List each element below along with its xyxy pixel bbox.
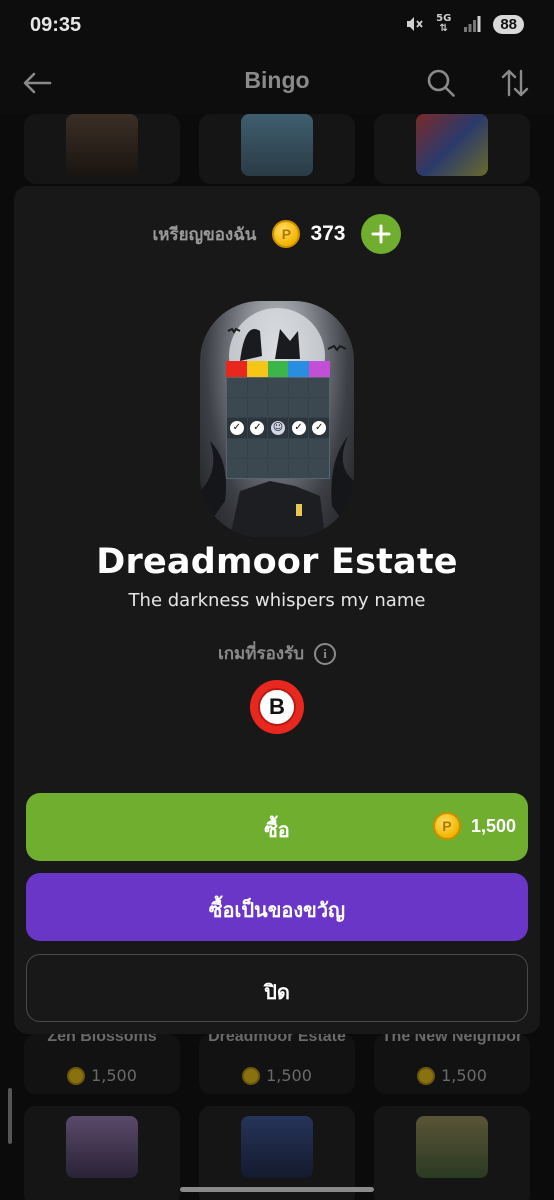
grid-card[interactable] xyxy=(24,114,180,184)
sort-icon xyxy=(501,69,529,97)
card-price: 1,500 xyxy=(374,1066,530,1085)
coin-icon xyxy=(417,1066,436,1085)
balance-row: เหรียญของฉัน P 373 xyxy=(14,214,540,254)
close-button-label: ปิด xyxy=(264,980,290,1004)
balance-value: 373 xyxy=(310,222,346,245)
page-title: Bingo xyxy=(244,67,310,93)
card-name: Zen Blossoms xyxy=(47,1034,157,1045)
coin-icon: P xyxy=(432,812,461,840)
plus-icon xyxy=(371,224,391,244)
card-thumbnail xyxy=(241,1116,313,1178)
grid-card[interactable] xyxy=(199,114,355,184)
buy-as-gift-button[interactable]: ซื้อเป็นของขวัญ xyxy=(26,873,528,941)
status-bar: 09:35 5G ⇅ 88 xyxy=(0,0,554,52)
purchase-modal: เหรียญของฉัน P 373 ✓ ✓ ☺ ✓ ✓ Dreadmoor E… xyxy=(14,186,540,1034)
signal-icon xyxy=(464,16,481,32)
sort-button[interactable] xyxy=(496,64,534,102)
bingo-ball-icon: B xyxy=(258,688,296,726)
grid-card[interactable] xyxy=(374,114,530,184)
grid-card-zen-blossoms[interactable]: Zen Blossoms 1,500 xyxy=(24,1034,180,1094)
bingo-board-preview: ✓ ✓ ☺ ✓ ✓ xyxy=(226,361,330,479)
item-title: Dreadmoor Estate xyxy=(96,542,458,582)
add-coins-button[interactable] xyxy=(361,214,402,254)
card-thumbnail xyxy=(241,114,313,176)
grid-card-dreadmoor-estate[interactable]: Dreadmoor Estate 1,500 xyxy=(199,1034,355,1094)
app-bar: Bingo xyxy=(0,52,554,114)
buy-button[interactable]: ซื้อ P 1,500 xyxy=(26,793,528,861)
info-icon[interactable]: i xyxy=(314,642,337,665)
gift-button-label: ซื้อเป็นของขวัญ xyxy=(208,898,346,922)
card-name: The New Neighbor xyxy=(381,1034,523,1045)
card-price: 1,500 xyxy=(24,1066,180,1085)
card-thumbnail xyxy=(416,114,488,176)
bingo-board-header xyxy=(226,361,330,377)
card-thumbnail xyxy=(66,114,138,176)
bingo-board-cells: ✓ ✓ ☺ ✓ ✓ xyxy=(226,377,330,479)
supported-games-row: เกมที่รองรับ i xyxy=(14,640,540,667)
battery-indicator: 88 xyxy=(493,14,524,34)
card-artwork: ✓ ✓ ☺ ✓ ✓ xyxy=(200,301,354,537)
grid-card[interactable] xyxy=(199,1106,355,1200)
supported-games-label: เกมที่รองรับ xyxy=(217,644,305,664)
mute-icon xyxy=(407,17,423,31)
check-icon: ✓ xyxy=(312,420,327,435)
search-button[interactable] xyxy=(422,64,460,102)
check-icon: ✓ xyxy=(250,420,265,435)
card-thumbnail xyxy=(416,1116,488,1178)
card-thumbnail xyxy=(66,1116,138,1178)
coin-icon: P xyxy=(272,220,301,248)
status-icons: 5G ⇅ 88 xyxy=(404,14,524,34)
home-indicator[interactable] xyxy=(180,1187,374,1192)
grid-card[interactable] xyxy=(24,1106,180,1200)
search-icon xyxy=(427,69,455,97)
card-price: 1,500 xyxy=(199,1066,355,1085)
grid-card[interactable] xyxy=(374,1106,530,1200)
check-icon: ✓ xyxy=(229,420,244,435)
card-name: Dreadmoor Estate xyxy=(208,1034,346,1045)
status-time: 09:35 xyxy=(30,14,82,36)
item-subtitle: The darkness whispers my name xyxy=(128,590,426,611)
scroll-indicator xyxy=(8,1088,12,1144)
buy-price: P 1,500 xyxy=(432,812,516,840)
ghost-icon: ☺ xyxy=(270,420,285,435)
coin-icon xyxy=(67,1066,86,1085)
close-button[interactable]: ปิด xyxy=(26,954,528,1022)
check-icon: ✓ xyxy=(291,420,306,435)
coin-icon xyxy=(242,1066,261,1085)
grid-card-the-new-neighbor[interactable]: The New Neighbor 1,500 xyxy=(374,1034,530,1094)
bingo-game-badge: B xyxy=(250,680,304,734)
buy-price-value: 1,500 xyxy=(470,815,516,836)
balance-label: เหรียญของฉัน xyxy=(152,224,257,245)
network-label: 5G ⇅ xyxy=(436,13,452,34)
